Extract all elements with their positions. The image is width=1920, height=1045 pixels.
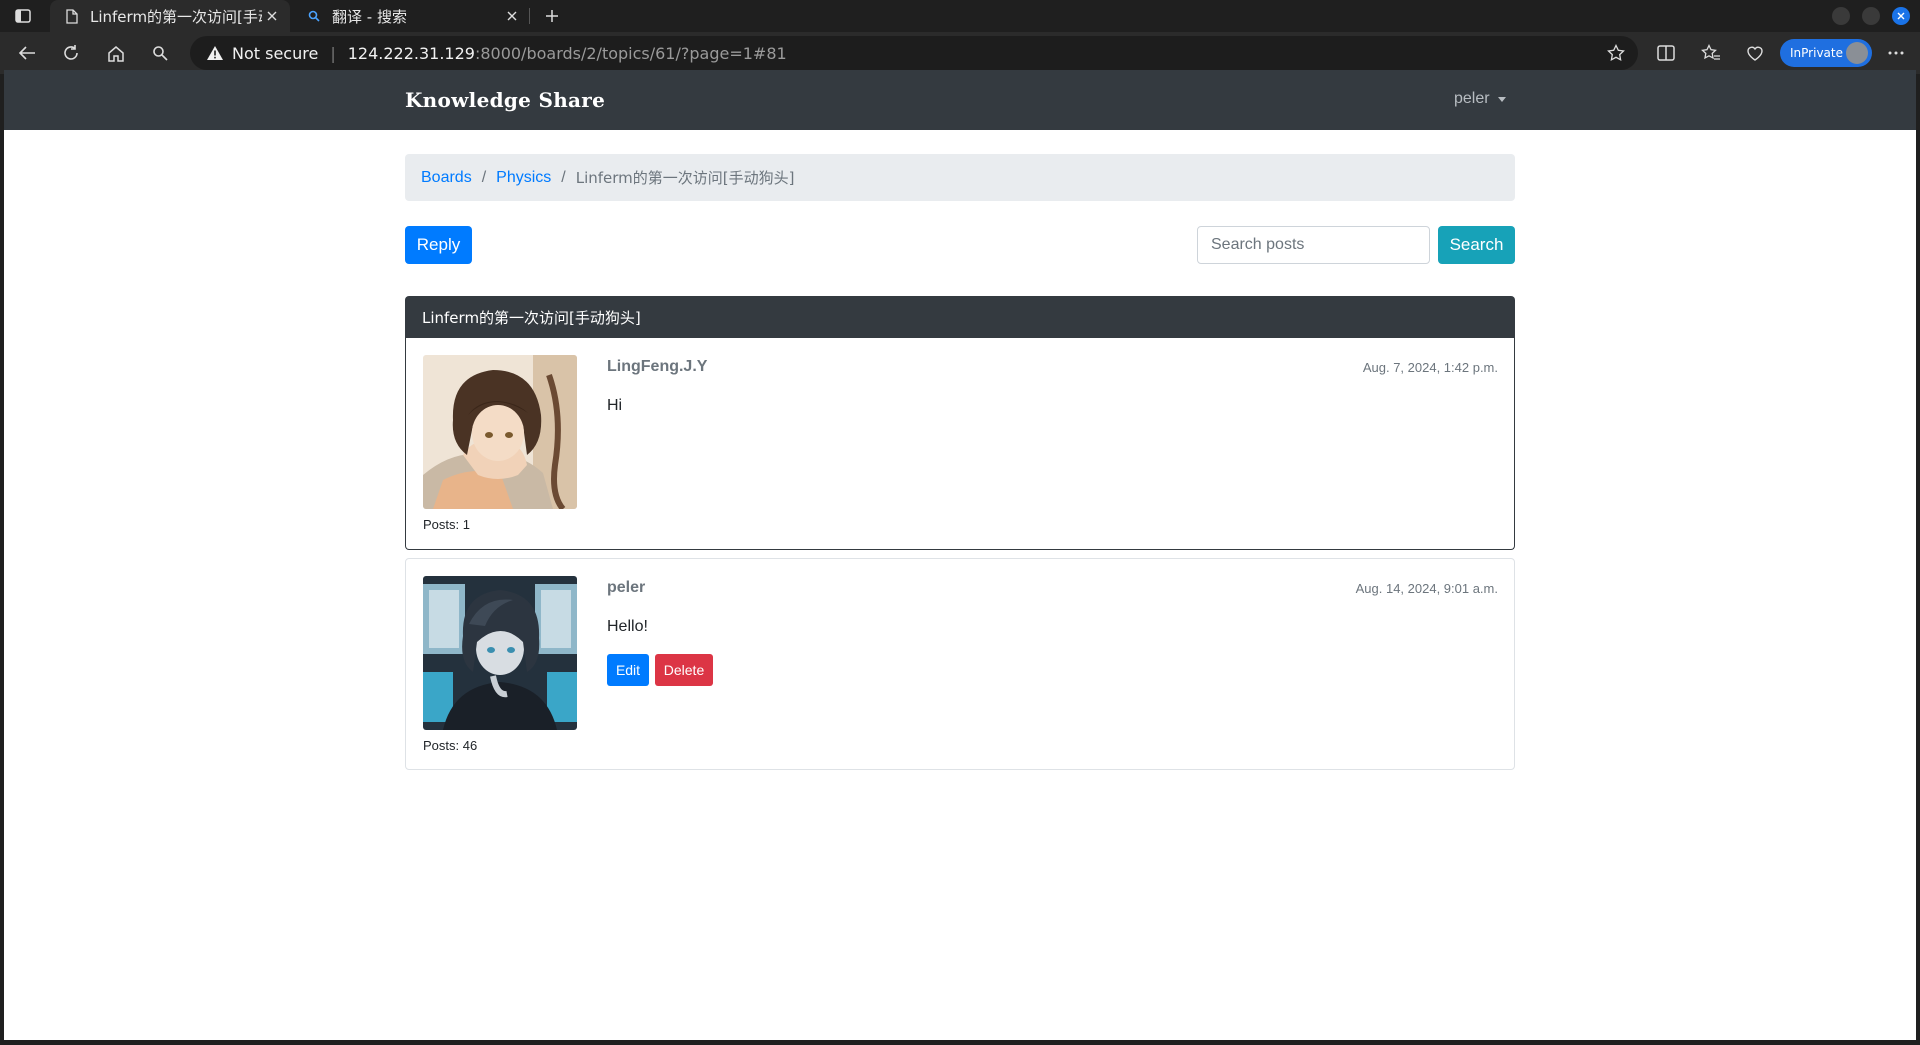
- search-icon[interactable]: [147, 41, 173, 65]
- author-avatar: [423, 576, 577, 730]
- caret-down-icon: [1497, 96, 1506, 102]
- topic-title: Linferm的第一次访问[手动狗头]: [405, 296, 1515, 338]
- post-card: Posts: 46 peler Aug. 14, 2024, 9:01 a.m.…: [405, 558, 1515, 770]
- favorites-icon[interactable]: [1698, 41, 1724, 65]
- close-tab-icon[interactable]: [502, 6, 522, 26]
- search-favicon-icon: [306, 8, 322, 24]
- tab-separator: [529, 8, 530, 24]
- author-posts-count: Posts: 46: [423, 738, 478, 753]
- browser-essentials-icon[interactable]: [1742, 41, 1768, 65]
- back-icon[interactable]: [14, 41, 40, 65]
- security-label[interactable]: Not secure: [232, 44, 318, 63]
- reply-button[interactable]: Reply: [405, 226, 472, 264]
- post-author: peler: [607, 579, 646, 596]
- tab-title: 翻译 - 搜索: [332, 7, 407, 26]
- author-posts-count: Posts: 1: [423, 517, 470, 532]
- inprivate-badge[interactable]: InPrivate: [1780, 39, 1872, 67]
- url-path: :8000/boards/2/topics/61/?page=1#81: [474, 43, 787, 63]
- inprivate-label: InPrivate: [1790, 46, 1843, 60]
- post-message: Hi: [607, 397, 623, 414]
- page-viewport: Knowledge Share peler Boards / Physics /…: [4, 70, 1916, 1040]
- post-author: LingFeng.J.Y: [607, 358, 708, 375]
- new-tab-icon[interactable]: [541, 5, 563, 27]
- home-icon[interactable]: [103, 41, 129, 65]
- address-separator: |: [330, 43, 336, 63]
- breadcrumb-separator: /: [561, 168, 566, 186]
- tab-active[interactable]: Linferm的第一次访问[手动: [50, 0, 290, 32]
- search-posts-input[interactable]: [1197, 226, 1430, 264]
- profile-avatar: [1846, 42, 1868, 64]
- post-date: Aug. 14, 2024, 9:01 a.m.: [1355, 581, 1498, 596]
- delete-post-button[interactable]: Delete: [655, 654, 713, 686]
- close-window-icon[interactable]: [1892, 7, 1910, 25]
- site-brand[interactable]: Knowledge Share: [405, 88, 605, 112]
- tab-actions-icon[interactable]: [12, 6, 34, 26]
- browser-toolbar: Not secure | 124.222.31.129 :8000/boards…: [0, 32, 1920, 74]
- tab-title: Linferm的第一次访问[手动: [90, 7, 262, 26]
- page-icon: [64, 8, 80, 24]
- minimize-icon[interactable]: [1832, 7, 1850, 25]
- tab-strip: Linferm的第一次访问[手动 翻译 - 搜索: [0, 0, 1920, 32]
- user-menu[interactable]: peler: [1454, 90, 1506, 108]
- search-button[interactable]: Search: [1438, 226, 1515, 264]
- breadcrumb-current: Linferm的第一次访问[手动狗头]: [575, 169, 795, 187]
- url-host: 124.222.31.129: [347, 43, 475, 63]
- split-screen-icon[interactable]: [1653, 41, 1679, 65]
- breadcrumb-separator: /: [481, 168, 487, 186]
- breadcrumb-physics[interactable]: Physics: [496, 169, 551, 187]
- site-navbar: Knowledge Share peler: [4, 70, 1916, 130]
- address-bar[interactable]: Not secure | 124.222.31.129 :8000/boards…: [190, 36, 1638, 70]
- post-date: Aug. 7, 2024, 1:42 p.m.: [1362, 360, 1498, 375]
- refresh-icon[interactable]: [58, 41, 84, 65]
- post-card: Posts: 1 LingFeng.J.Y Aug. 7, 2024, 1:42…: [405, 338, 1515, 550]
- favorite-star-icon[interactable]: [1606, 43, 1626, 63]
- edit-post-button[interactable]: Edit: [607, 654, 649, 686]
- user-name: peler: [1454, 90, 1490, 107]
- maximize-icon[interactable]: [1862, 7, 1880, 25]
- close-tab-icon[interactable]: [262, 6, 282, 26]
- browser-window: Linferm的第一次访问[手动 翻译 - 搜索 Not secure | 12…: [0, 0, 1920, 1045]
- post-message: Hello!: [607, 618, 648, 635]
- more-options-icon[interactable]: [1883, 41, 1909, 65]
- warning-icon: [206, 44, 224, 62]
- breadcrumb: Boards / Physics / Linferm的第一次访问[手动狗头]: [405, 154, 1515, 201]
- author-avatar: [423, 355, 577, 509]
- breadcrumb-boards[interactable]: Boards: [421, 169, 472, 187]
- tab-inactive[interactable]: 翻译 - 搜索: [292, 0, 530, 32]
